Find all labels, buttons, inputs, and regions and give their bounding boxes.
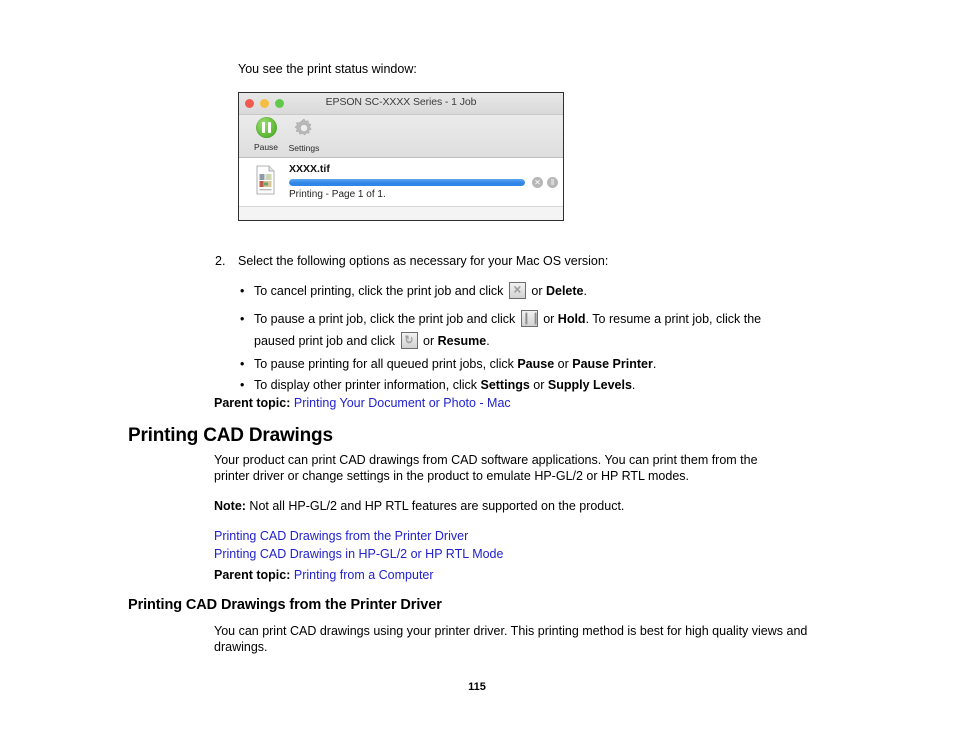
bullet-marker: • [240, 378, 245, 392]
cancel-x-icon: ✕ [508, 282, 526, 299]
pause-button[interactable]: Pause [245, 117, 287, 152]
parent-topic-row-1: Parent topic: Printing Your Document or … [214, 396, 511, 410]
intro-text: You see the print status window: [238, 62, 417, 76]
bullet-info-supplylevels-label: Supply Levels [547, 378, 632, 392]
print-job-row[interactable]: XXXX.tif Printing - Page 1 of 1. ✕ ‖ [239, 158, 563, 207]
document-page: You see the print status window: EPSON S… [0, 0, 954, 738]
parent-topic-row-2: Parent topic: Printing from a Computer [214, 568, 434, 582]
cad-sublink-1: Printing CAD Drawings from the Printer D… [214, 529, 468, 543]
resume-icon: ↻ [400, 332, 418, 349]
bullet-info-part1: To display other printer information, cl… [254, 378, 481, 392]
window-titlebar: EPSON SC-XXXX Series - 1 Job [239, 93, 563, 115]
link-printing-cad-from-printer-driver[interactable]: Printing CAD Drawings from the Printer D… [214, 529, 468, 543]
gear-icon [293, 117, 315, 139]
bullet-cancel-delete-label: Delete [545, 284, 584, 298]
bullet-resume-print-job: paused print job and click ↻ or Resume. [254, 331, 814, 351]
bullet-cancel-part3: . [583, 284, 587, 298]
pause-icon [255, 117, 277, 138]
bullet-display-printer-info: • To display other printer information, … [240, 375, 814, 395]
bullet-pause-part1: To pause a print job, click the print jo… [254, 312, 519, 326]
note-label: Note: [214, 499, 246, 513]
parent-topic-link-printing-from-computer[interactable]: Printing from a Computer [294, 568, 434, 582]
bullet-resume-part3: . [486, 334, 490, 348]
parent-topic-label: Parent topic: [214, 396, 291, 410]
bullet-pauseall-part2: or [554, 357, 573, 371]
bullet-resume-part1: paused print job and click [254, 334, 399, 348]
document-thumbnail-icon [253, 164, 278, 196]
job-progress-fill [289, 179, 525, 186]
bullet-cancel-part1: To cancel printing, click the print job … [254, 284, 507, 298]
pause-button-label: Pause [253, 142, 279, 152]
print-status-window-screenshot: EPSON SC-XXXX Series - 1 Job Pause Setti… [238, 92, 564, 221]
job-status-text: Printing - Page 1 of 1. [289, 189, 386, 200]
link-printing-cad-hpgl2-hprtl-mode[interactable]: Printing CAD Drawings in HP-GL/2 or HP R… [214, 547, 503, 561]
bullet-cancel-printing: • To cancel printing, click the print jo… [240, 281, 814, 301]
bullet-pause-part3: . To resume a print job, click the [585, 312, 762, 326]
window-title: EPSON SC-XXXX Series - 1 Job [325, 96, 477, 108]
step-number: 2. [215, 254, 226, 268]
bullet-pauseall-pause-label: Pause [517, 357, 555, 371]
job-cancel-icon[interactable]: ✕ [532, 177, 543, 188]
bullet-cancel-part2: or [527, 284, 546, 298]
job-progress-bar [289, 179, 525, 186]
bullet-pauseall-pauseprinter-label: Pause Printer [572, 357, 653, 371]
bullet-marker: • [240, 357, 245, 371]
cad-intro-paragraph: Your product can print CAD drawings from… [214, 453, 758, 483]
driver-paragraph: You can print CAD drawings using your pr… [214, 624, 808, 654]
settings-button[interactable]: Settings [283, 117, 325, 153]
bullet-info-settings-label: Settings [480, 378, 530, 392]
page-number: 115 [468, 681, 486, 693]
settings-button-label: Settings [288, 143, 320, 153]
bullet-resume-part2: or [419, 334, 438, 348]
hold-pause-icon: ❙❙ [520, 310, 540, 327]
page-title-printing-cad-drawings: Printing CAD Drawings [128, 425, 333, 446]
parent-topic-link-printing-document-photo-mac[interactable]: Printing Your Document or Photo - Mac [294, 396, 511, 410]
bullet-pauseall-part1: To pause printing for all queued print j… [254, 357, 518, 371]
bullet-marker: • [240, 284, 245, 298]
note-text: Not all HP-GL/2 and HP RTL features are … [245, 499, 625, 513]
window-empty-area [239, 207, 563, 220]
job-hold-icon[interactable]: ‖ [547, 177, 558, 188]
cad-note: Note: Not all HP-GL/2 and HP RTL feature… [214, 498, 814, 514]
bullet-pause-all-jobs: • To pause printing for all queued print… [240, 354, 814, 374]
bullet-info-part2: or [529, 378, 548, 392]
step-instruction: Select the following options as necessar… [238, 254, 609, 268]
bullet-pause-part2: or [539, 312, 558, 326]
parent-topic-label: Parent topic: [214, 568, 291, 582]
job-file-name: XXXX.tif [289, 163, 330, 175]
bullet-pauseall-part3: . [652, 357, 657, 371]
section-heading-printing-cad-from-printer-driver: Printing CAD Drawings from the Printer D… [128, 597, 442, 613]
bullet-pause-hold-label: Hold [557, 312, 586, 326]
cad-sublink-2: Printing CAD Drawings in HP-GL/2 or HP R… [214, 547, 503, 561]
bullet-marker: • [240, 312, 245, 326]
bullet-resume-label: Resume [437, 334, 487, 348]
bullet-info-part3: . [631, 378, 636, 392]
window-toolbar: Pause Settings [239, 115, 563, 158]
bullet-pause-print-job: • To pause a print job, click the print … [240, 309, 814, 329]
